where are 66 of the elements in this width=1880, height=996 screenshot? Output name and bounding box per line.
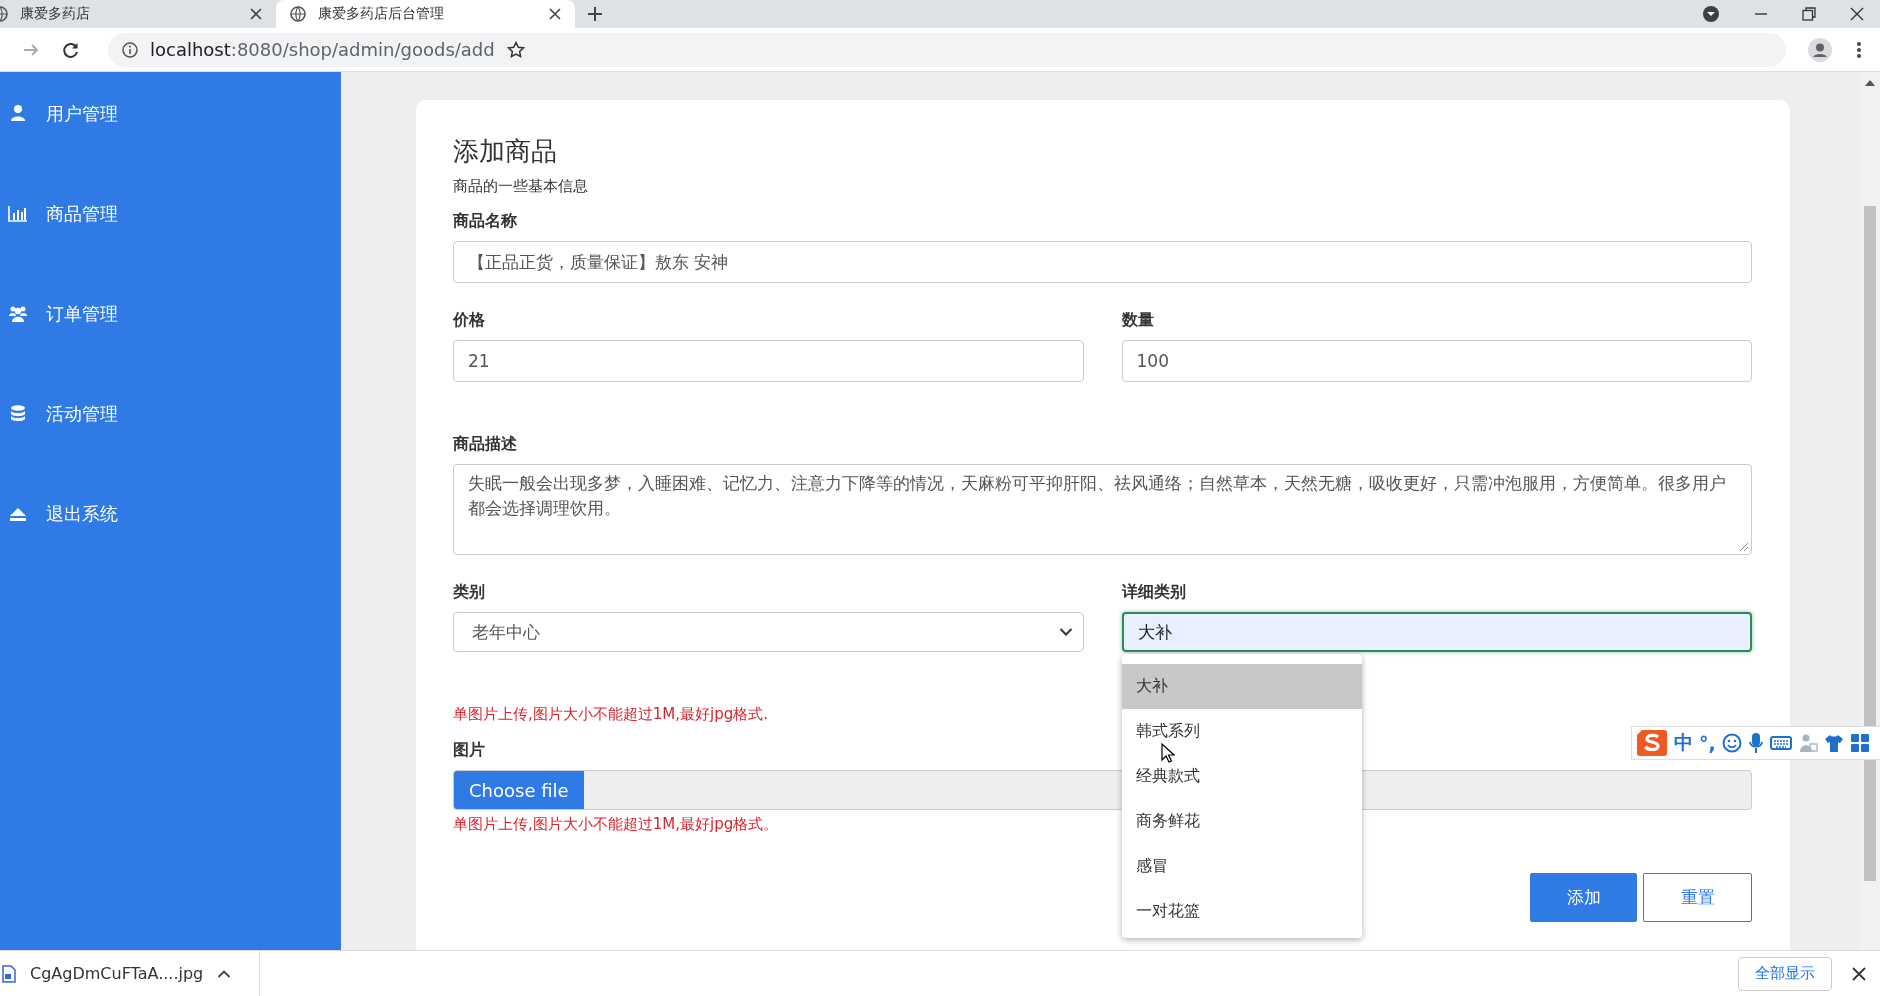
sidebar-item[interactable]: 商品管理	[0, 192, 341, 236]
sidebar-item[interactable]: 用户管理	[0, 92, 341, 136]
field-label: 价格	[453, 309, 485, 331]
dropdown-option[interactable]: 感冒	[1121, 844, 1362, 889]
form-subtitle: 商品的一些基本信息	[453, 176, 588, 196]
close-icon[interactable]	[1850, 7, 1864, 21]
hint-text: 单图片上传,图片大小不能超过1M,最好jpg格式。	[453, 814, 779, 834]
field-label: 商品名称	[453, 210, 517, 232]
add-button[interactable]: 添加	[1530, 873, 1637, 922]
sidebar-item[interactable]: 退出系统	[0, 492, 341, 536]
microphone-icon[interactable]	[1747, 732, 1764, 754]
reset-button[interactable]: 重置	[1643, 873, 1752, 922]
field-label: 类别	[453, 581, 485, 603]
scroll-up-icon[interactable]	[1865, 80, 1875, 86]
show-all-button[interactable]: 全部显示	[1738, 956, 1832, 991]
sidebar-item[interactable]: 活动管理	[0, 392, 341, 436]
tab-search-icon[interactable]	[1702, 5, 1720, 23]
keyboard-icon[interactable]	[1769, 735, 1792, 751]
restore-icon[interactable]	[1802, 7, 1816, 21]
dropdown-option[interactable]: 一对花篮	[1121, 889, 1362, 934]
hint-text: 单图片上传,图片大小不能超过1M,最好jpg格式.	[453, 704, 768, 724]
user-icon	[8, 104, 28, 124]
address-bar[interactable]: localhost:8080/shop/admin/goods/add	[108, 32, 1786, 67]
field-label: 数量	[1121, 309, 1154, 331]
close-icon[interactable]	[250, 8, 262, 20]
field-label: 详细类别	[1121, 581, 1186, 603]
choose-file-button[interactable]: Choose file	[454, 771, 584, 809]
grid-icon[interactable]	[1849, 733, 1870, 753]
dropdown-option[interactable]: 韩式系列	[1121, 709, 1362, 754]
download-item[interactable]: CgAgDmCuFTaA....jpg	[2, 950, 260, 996]
close-icon[interactable]	[1852, 966, 1866, 981]
category-select[interactable]: 老年中心	[453, 612, 1084, 652]
browser-tab[interactable]: 康爱多药店后台管理	[276, 0, 575, 28]
mouse-pointer-icon	[1161, 743, 1175, 763]
database-icon	[8, 404, 28, 424]
sidebar-item[interactable]: 订单管理	[0, 292, 341, 336]
ime-language[interactable]: 中	[1674, 730, 1693, 756]
star-icon[interactable]	[506, 40, 525, 59]
description-field[interactable]: 失眠一般会出现多梦，入睡困难、记忆力、注意力下降等的情况，天麻粉可平抑肝阳、祛风通络；自然草本，天然无糖，吸收更好，只需冲泡服用，方便简单。很多用户都会选择调理饮用。	[453, 464, 1752, 555]
close-icon[interactable]	[549, 8, 561, 20]
smiley-icon[interactable]	[1721, 733, 1742, 753]
url-text: localhost:8080/shop/admin/goods/add	[150, 39, 495, 60]
s-logo-icon[interactable]	[1636, 728, 1668, 758]
browser-tab[interactable]: 康爱多药店	[0, 0, 276, 28]
scrollbar-thumb[interactable]	[1864, 206, 1876, 881]
text-field[interactable]: 大补	[1121, 612, 1752, 652]
chevron-down-icon	[1058, 627, 1073, 637]
caret-up-icon[interactable]	[217, 968, 232, 979]
form-title: 添加商品	[453, 135, 557, 168]
new-tab-icon[interactable]	[587, 6, 603, 22]
field-label: 图片	[453, 739, 485, 761]
ime-punctuation[interactable]: °,	[1699, 732, 1716, 754]
resize-grip-icon	[1739, 542, 1749, 552]
shirt-icon[interactable]	[1823, 733, 1844, 753]
dropdown-option[interactable]: 大补	[1121, 664, 1362, 709]
bar-chart-icon	[8, 204, 28, 224]
reload-icon[interactable]	[62, 40, 80, 59]
field-label: 商品描述	[453, 433, 517, 455]
menu-icon[interactable]	[1856, 40, 1862, 59]
globe-icon	[290, 6, 306, 22]
text-field[interactable]: 【正品正货，质量保证】敖东 安神	[453, 241, 1752, 283]
users-icon	[8, 304, 28, 324]
info-icon	[122, 41, 138, 58]
text-field[interactable]: 100	[1121, 340, 1752, 382]
profile-icon[interactable]	[1808, 37, 1832, 62]
text-field[interactable]: 21	[453, 340, 1084, 382]
